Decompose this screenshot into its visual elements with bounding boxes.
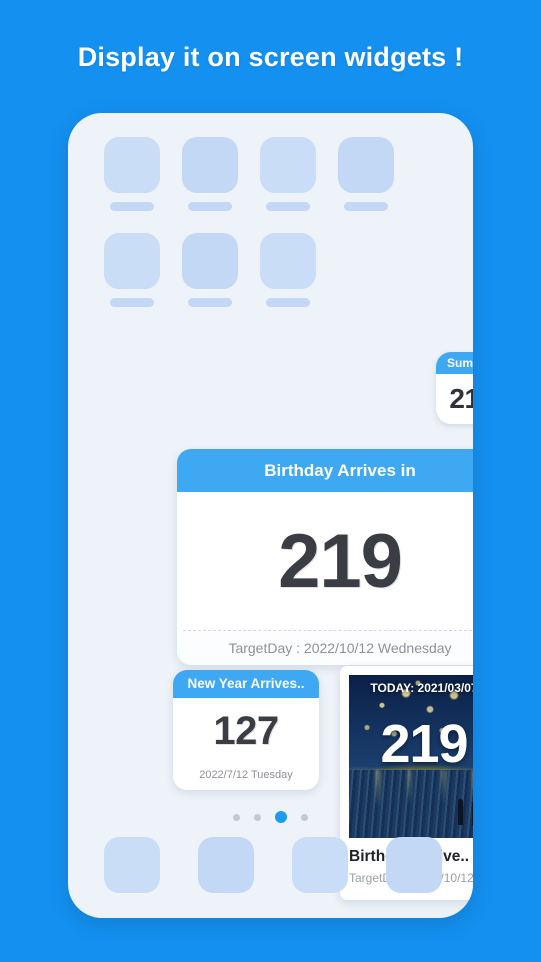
- page-dot-4[interactable]: [301, 813, 308, 821]
- app-icon-2[interactable]: [182, 137, 238, 211]
- new-year-widget-target-day: 2022/7/12 Tuesday: [199, 769, 293, 781]
- app-icon-4[interactable]: [338, 137, 394, 211]
- summer-widget-title: Summe..: [436, 352, 473, 374]
- app-label-placeholder: [266, 202, 310, 211]
- page-dot-1[interactable]: [233, 813, 240, 821]
- app-label-placeholder: [110, 298, 154, 307]
- page-dot-3-active[interactable]: [275, 811, 287, 823]
- summer-widget-count: 219: [449, 383, 473, 414]
- new-year-countdown-widget[interactable]: New Year Arrives.. 127 2022/7/12 Tuesday: [173, 670, 319, 790]
- app-icon-3[interactable]: [260, 137, 316, 211]
- dock-icon-3[interactable]: [292, 837, 348, 893]
- app-label-placeholder: [110, 202, 154, 211]
- page-dot-2[interactable]: [254, 813, 261, 821]
- app-label-placeholder: [188, 298, 232, 307]
- page-indicator: [68, 811, 473, 823]
- dock-icon-1[interactable]: [104, 837, 160, 893]
- painting-water-reflections: [349, 769, 473, 838]
- app-icon-5[interactable]: [104, 233, 160, 307]
- app-label-placeholder: [188, 202, 232, 211]
- app-placeholder-icon: [182, 137, 238, 193]
- phone-mockup: Summe.. 219 Birthday Arrives in 219 Targ…: [68, 113, 473, 918]
- new-year-widget-title: New Year Arrives..: [173, 670, 319, 698]
- photo-widget-today: TODAY: 2021/03/07: [370, 681, 473, 695]
- page-title: Display it on screen widgets !: [77, 42, 464, 72]
- new-year-widget-count: 127: [213, 709, 279, 753]
- summer-countdown-widget[interactable]: Summe.. 219: [436, 352, 473, 424]
- birthday-countdown-widget[interactable]: Birthday Arrives in 219 TargetDay : 2022…: [177, 449, 473, 665]
- birthday-widget-count: 219: [278, 519, 403, 604]
- app-placeholder-icon: [338, 137, 394, 193]
- dock-icon-2[interactable]: [198, 837, 254, 893]
- app-icon-6[interactable]: [182, 233, 238, 307]
- app-placeholder-icon: [182, 233, 238, 289]
- birthday-widget-title: Birthday Arrives in: [177, 449, 473, 492]
- dock: [104, 837, 442, 893]
- app-placeholder-icon: [260, 137, 316, 193]
- app-icon-grid: [104, 137, 442, 307]
- app-icon-1[interactable]: [104, 137, 160, 211]
- app-placeholder-icon: [104, 137, 160, 193]
- app-placeholder-icon: [260, 233, 316, 289]
- photo-widget-count: 219: [380, 714, 468, 774]
- birthday-widget-target-day: TargetDay : 2022/10/12 Wednesday: [177, 631, 473, 665]
- app-icon-7[interactable]: [260, 233, 316, 307]
- app-label-placeholder: [266, 298, 310, 307]
- dock-icon-4[interactable]: [386, 837, 442, 893]
- app-placeholder-icon: [104, 233, 160, 289]
- app-label-placeholder: [344, 202, 388, 211]
